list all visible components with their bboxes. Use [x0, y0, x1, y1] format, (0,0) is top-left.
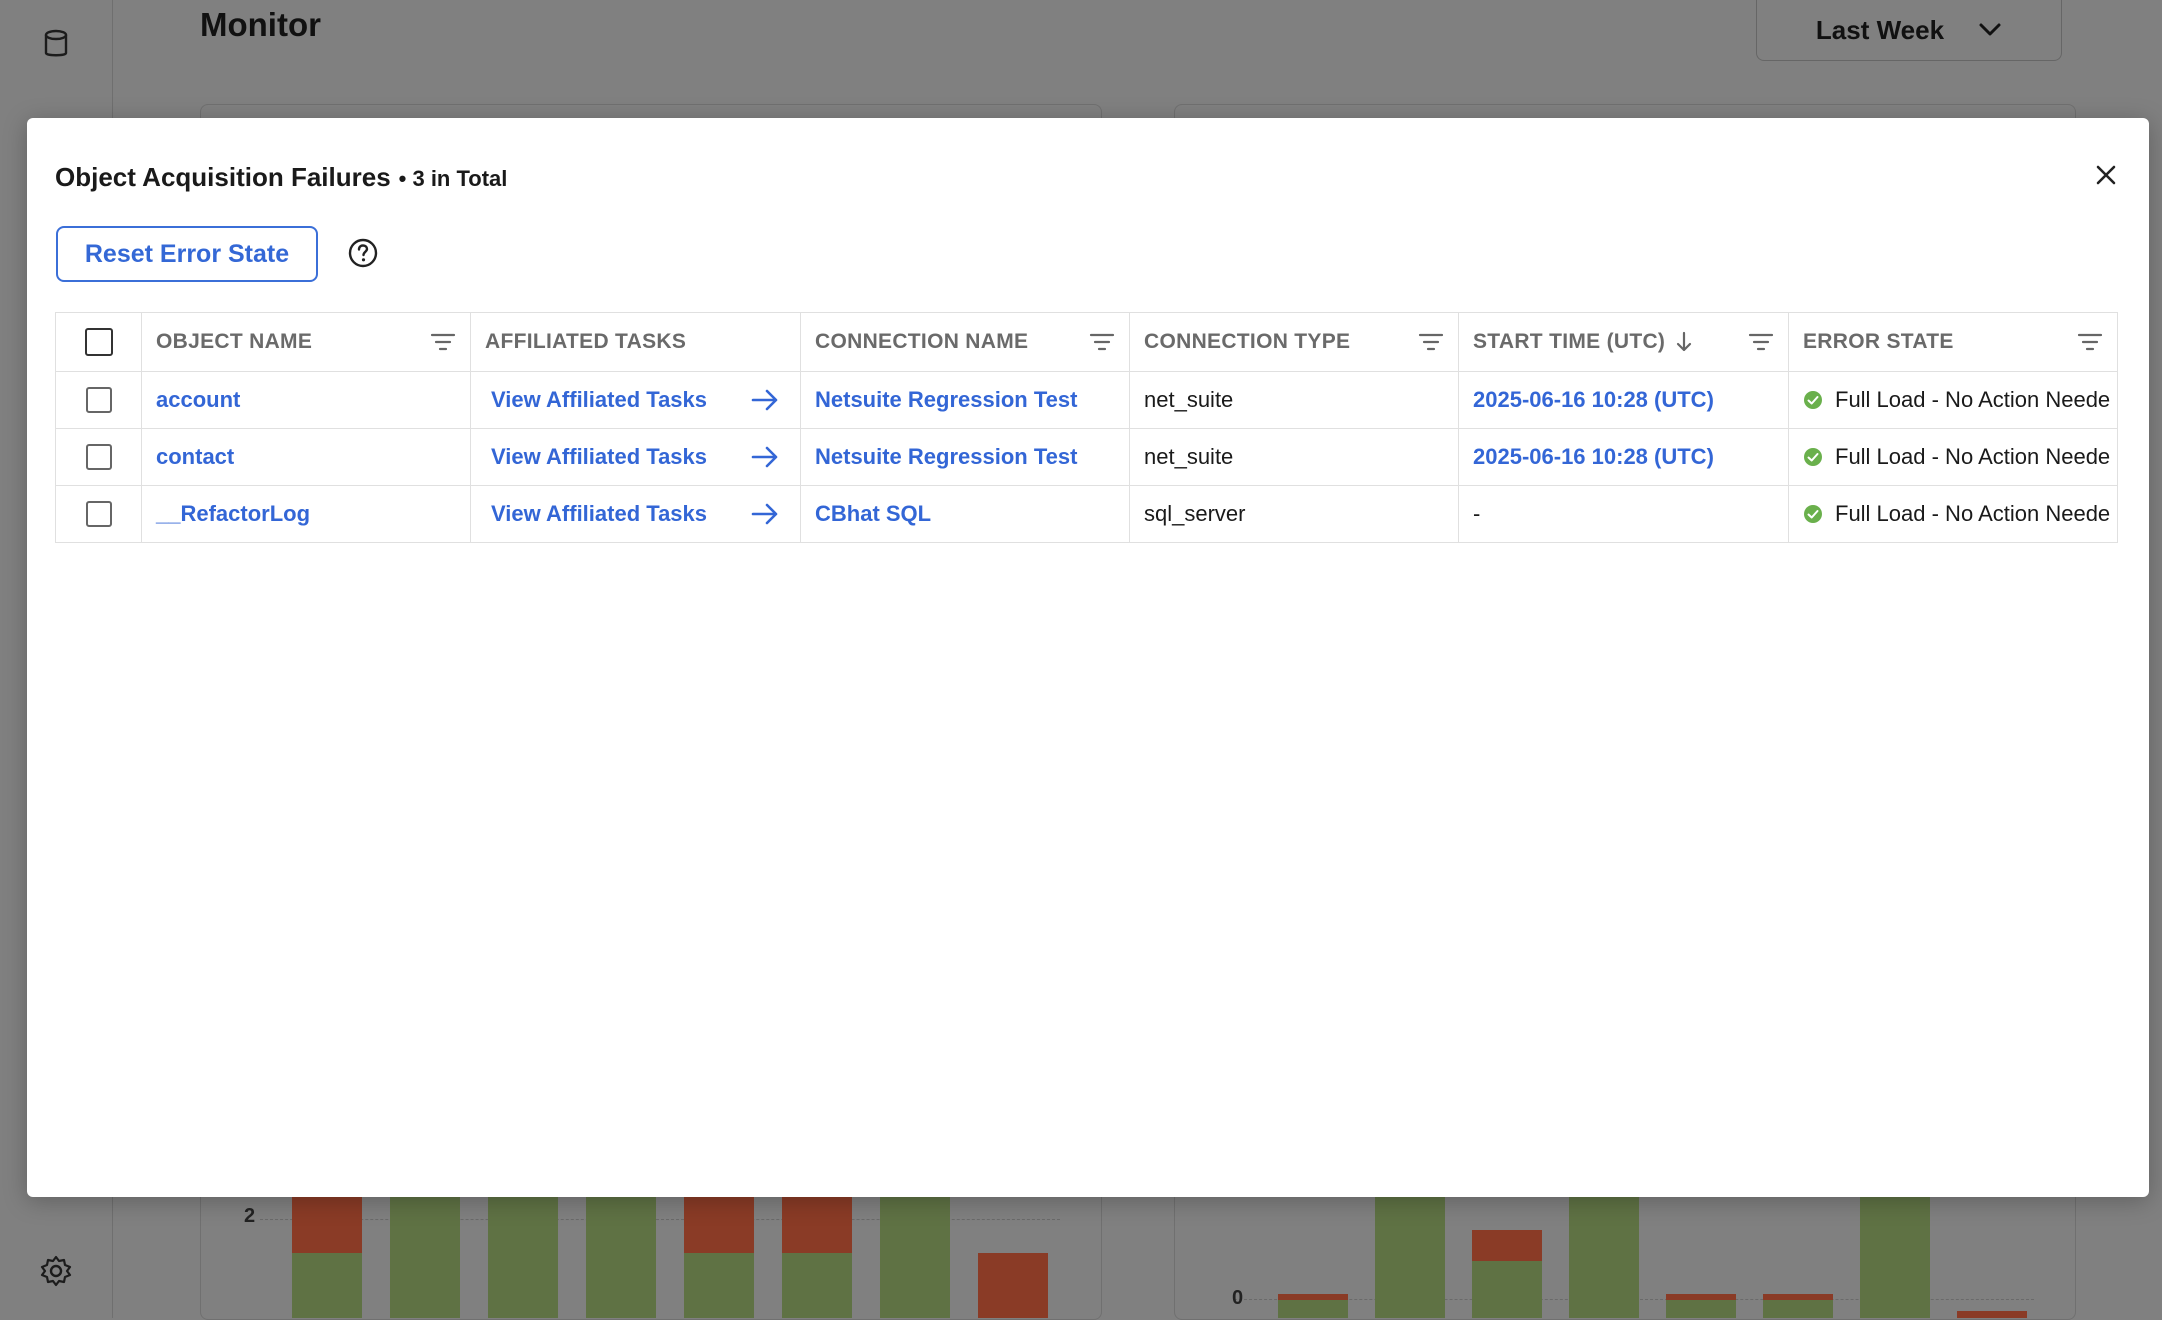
filter-icon[interactable] — [2077, 332, 2103, 352]
start-time-text: - — [1473, 501, 1481, 526]
row-checkbox[interactable] — [85, 444, 112, 470]
reset-error-state-button[interactable]: Reset Error State — [56, 226, 318, 282]
connection-name-link[interactable]: Netsuite Regression Test — [815, 444, 1077, 469]
table-header-row: OBJECT NAME AFFILIATED TASKS CONNECTION … — [55, 312, 2118, 372]
bar-segment-error — [978, 1253, 1048, 1318]
y-tick-label: 0 — [1232, 1287, 1244, 1309]
error-state-text: Full Load - No Action Neede — [1835, 387, 2111, 412]
y-tick-label: 2 — [244, 1205, 256, 1227]
row-select-cell — [55, 428, 142, 486]
column-label: AFFILIATED TASKS — [485, 330, 687, 353]
bar-segment-ok — [292, 1253, 362, 1318]
chart-bar — [782, 1188, 852, 1318]
column-header-object-name[interactable]: OBJECT NAME — [141, 312, 471, 372]
chart-right: 0 — [1174, 1098, 2054, 1318]
bar-segment-ok — [1472, 1260, 1542, 1318]
arrow-right-icon[interactable] — [750, 388, 780, 412]
column-header-start-time[interactable]: START TIME (UTC) — [1458, 312, 1789, 372]
chart-bar — [1763, 1293, 1833, 1318]
chevron-down-icon — [1979, 23, 2001, 36]
chart-bar — [1666, 1293, 1736, 1318]
check-circle-icon — [1804, 391, 1822, 409]
connection-type: net_suite — [1144, 444, 1234, 469]
chart-bar — [1472, 1230, 1542, 1318]
connection-name-link[interactable]: CBhat SQL — [815, 501, 931, 526]
date-range-select[interactable]: Last Week — [1756, 0, 2062, 61]
bar-segment-ok — [684, 1253, 754, 1318]
sort-descending-icon[interactable] — [1675, 331, 1693, 353]
column-label: OBJECT NAME — [156, 330, 313, 353]
filter-icon[interactable] — [1748, 332, 1774, 352]
filter-icon[interactable] — [1089, 332, 1115, 352]
chart-bar — [292, 1188, 362, 1318]
arrow-right-icon[interactable] — [750, 502, 780, 526]
start-time-link[interactable]: 2025-06-16 10:28 (UTC) — [1473, 387, 1714, 412]
check-circle-icon — [1804, 448, 1822, 466]
error-state-text: Full Load - No Action Neede — [1835, 501, 2111, 526]
database-icon[interactable] — [38, 26, 74, 62]
table-row: contact View Affiliated Tasks Netsuite R… — [55, 428, 2118, 486]
bar-segment-error — [1957, 1311, 2027, 1318]
row-checkbox[interactable] — [85, 501, 112, 527]
connection-type: net_suite — [1144, 387, 1234, 412]
settings-icon[interactable] — [38, 1253, 74, 1289]
close-icon[interactable] — [2091, 160, 2121, 190]
bar-segment-ok — [1763, 1300, 1833, 1318]
view-affiliated-tasks-link[interactable]: View Affiliated Tasks — [491, 444, 707, 470]
date-range-value: Last Week — [1815, 14, 1945, 45]
row-checkbox[interactable] — [85, 387, 112, 413]
bar-segment-error — [684, 1188, 754, 1253]
row-select-cell — [55, 371, 142, 429]
check-circle-icon — [1804, 505, 1822, 523]
bar-segment-error — [1472, 1230, 1542, 1261]
start-time-link[interactable]: 2025-06-16 10:28 (UTC) — [1473, 444, 1714, 469]
select-all-cell — [55, 312, 142, 372]
chart-bar — [978, 1253, 1048, 1318]
table-row: account View Affiliated Tasks Netsuite R… — [55, 371, 2118, 429]
connection-name-link[interactable]: Netsuite Regression Test — [815, 387, 1077, 412]
dialog-title: Object Acquisition Failures — [55, 162, 391, 192]
column-header-affiliated-tasks: AFFILIATED TASKS — [470, 312, 801, 372]
dialog-header: Object Acquisition Failures • 3 in Total — [55, 162, 507, 193]
bar-segment-error — [292, 1188, 362, 1253]
view-affiliated-tasks-link[interactable]: View Affiliated Tasks — [491, 501, 707, 527]
select-all-checkbox[interactable] — [84, 328, 113, 356]
help-icon[interactable] — [347, 237, 379, 269]
filter-icon[interactable] — [430, 332, 456, 352]
connection-type: sql_server — [1144, 501, 1246, 526]
error-state-text: Full Load - No Action Neede — [1835, 444, 2111, 469]
column-header-connection-name[interactable]: CONNECTION NAME — [800, 312, 1130, 372]
bar-segment-error — [782, 1188, 852, 1253]
column-header-connection-type[interactable]: CONNECTION TYPE — [1129, 312, 1459, 372]
object-name-link[interactable]: contact — [156, 444, 234, 469]
chart-bar — [684, 1188, 754, 1318]
view-affiliated-tasks-link[interactable]: View Affiliated Tasks — [491, 387, 707, 413]
chart-bar — [1278, 1293, 1348, 1318]
bar-segment-error — [1763, 1293, 1833, 1301]
column-header-error-state[interactable]: ERROR STATE — [1788, 312, 2118, 372]
table-row: __RefactorLog View Affiliated Tasks CBha… — [55, 485, 2118, 543]
column-label: START TIME (UTC) — [1473, 330, 1666, 353]
bar-segment-error — [1278, 1293, 1348, 1301]
object-name-link[interactable]: account — [156, 387, 240, 412]
total-count: • 3 in Total — [398, 166, 508, 191]
column-label: CONNECTION TYPE — [1144, 330, 1351, 353]
filter-icon[interactable] — [1418, 332, 1444, 352]
page-title: Monitor — [200, 6, 321, 43]
bar-segment-error — [1666, 1293, 1736, 1301]
bar-segment-ok — [1666, 1300, 1736, 1318]
bar-segment-ok — [1278, 1300, 1348, 1318]
chart-left: 2 — [200, 1058, 1080, 1318]
column-label: CONNECTION NAME — [815, 330, 1029, 353]
bar-segment-ok — [782, 1253, 852, 1318]
row-select-cell — [55, 485, 142, 543]
failures-table: OBJECT NAME AFFILIATED TASKS CONNECTION … — [55, 312, 2118, 543]
arrow-right-icon[interactable] — [750, 445, 780, 469]
object-acquisition-failures-dialog: Object Acquisition Failures • 3 in Total… — [27, 118, 2149, 1197]
chart-bar — [1957, 1311, 2027, 1318]
object-name-link[interactable]: __RefactorLog — [156, 501, 310, 526]
column-label: ERROR STATE — [1803, 330, 1954, 353]
